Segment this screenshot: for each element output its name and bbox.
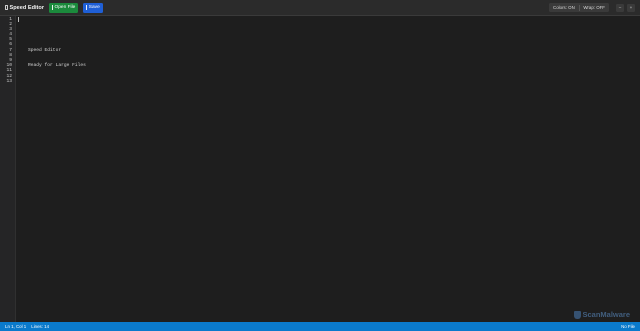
- wrap-toggle[interactable]: Wrap: OFF: [579, 3, 609, 12]
- file-icon: [5, 5, 8, 10]
- app-brand: Speed Editor: [5, 5, 44, 11]
- font-increase-button[interactable]: +: [627, 3, 635, 12]
- shield-icon: [573, 310, 581, 319]
- save-label: Save: [88, 5, 100, 10]
- line-number: 13: [6, 78, 12, 84]
- file-name: No File: [621, 324, 635, 329]
- code-area[interactable]: Speed Editor Ready for Large Files ScanM…: [16, 16, 640, 322]
- toolbar-right: Colors: ON Wrap: OFF – +: [549, 3, 635, 12]
- app-title: Speed Editor: [9, 4, 45, 11]
- code-line[interactable]: [16, 79, 640, 84]
- open-file-button[interactable]: Open File: [49, 2, 79, 13]
- view-toggles: Colors: ON Wrap: OFF: [549, 3, 609, 12]
- watermark: ScanMalware: [573, 310, 630, 319]
- toolbar: Speed Editor Open File Save Colors: ON W…: [0, 0, 640, 16]
- cursor-position: Ln 1, Col 1: [5, 324, 27, 329]
- save-icon: [86, 5, 88, 10]
- colors-toggle[interactable]: Colors: ON: [549, 3, 579, 12]
- open-file-label: Open File: [54, 5, 76, 10]
- line-count: Lines: 14: [31, 324, 50, 329]
- editor: 1 2 3 4 5 6 7 8 9 10 11 12 13 Speed Edit…: [0, 16, 640, 322]
- line-number-gutter: 1 2 3 4 5 6 7 8 9 10 11 12 13: [0, 16, 16, 322]
- font-decrease-button[interactable]: –: [616, 3, 624, 12]
- status-bar: Ln 1, Col 1 Lines: 14 No File: [0, 322, 640, 331]
- text-cursor: [17, 17, 19, 22]
- save-button[interactable]: Save: [83, 2, 103, 13]
- watermark-text: ScanMalware: [582, 310, 630, 319]
- folder-icon: [52, 5, 53, 10]
